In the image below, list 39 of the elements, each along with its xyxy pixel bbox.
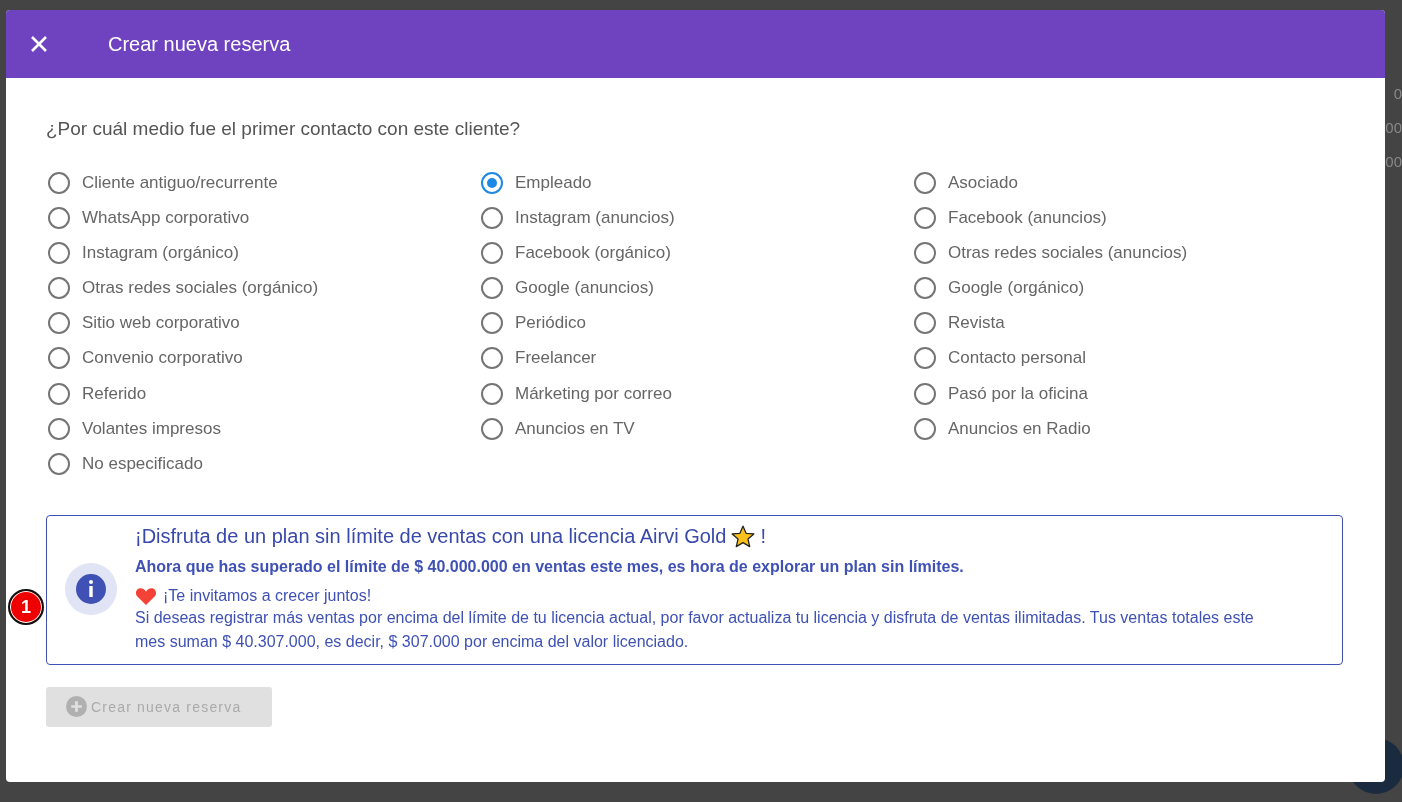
plus-icon	[66, 696, 87, 718]
radio-option[interactable]: Periódico	[479, 308, 586, 339]
radio-option[interactable]: Márketing por correo	[479, 378, 672, 409]
info-icon	[65, 562, 117, 615]
table-cell: 0	[1393, 85, 1402, 102]
radio-option[interactable]: Anuncios en TV	[479, 413, 635, 444]
table-cell: 00	[1385, 153, 1402, 170]
heart-icon	[135, 585, 157, 606]
radio-option[interactable]: Otras redes sociales (anuncios)	[912, 238, 1188, 269]
radio-option[interactable]: Anuncios en Radio	[912, 413, 1091, 444]
radio-option[interactable]: Volantes impresos	[46, 413, 221, 444]
radio-option[interactable]: Revista	[912, 308, 1005, 339]
dialog-title: Crear nueva reserva	[108, 32, 291, 56]
banner-text: Si deseas registrar más ventas por encima del límite de tu licencia actual, por favor actualiza tu licencia y disfruta de ventas ilimitadas. Tus ventas totales este mes suman $ 40.307.000, es decir, $ 307.000 por encima del valor licenciado.	[135, 607, 1255, 652]
radio-option[interactable]: Google (orgánico)	[912, 273, 1085, 304]
table-cell: 00	[1385, 119, 1402, 136]
radio-option[interactable]: Otras redes sociales (orgánico)	[46, 273, 319, 304]
invite-text: ¡Te invitamos a crecer juntos!	[163, 586, 372, 605]
banner-title-end: !	[760, 525, 766, 549]
radio-option[interactable]: Freelancer	[479, 343, 597, 374]
radio-option[interactable]: Facebook (orgánico)	[479, 238, 671, 269]
radio-option[interactable]: Cliente antiguo/recurrente	[46, 168, 278, 198]
banner-title: ¡Disfruta de un plan sin límite de ventas con una licencia Airvi Gold	[135, 525, 727, 549]
radio-option[interactable]: Pasó por la oficina	[912, 378, 1088, 409]
radio-option[interactable]: Instagram (orgánico)	[46, 238, 239, 269]
radio-option[interactable]: Convenio corporativo	[46, 343, 243, 374]
radio-option[interactable]: Google (anuncios)	[479, 273, 654, 304]
radio-option[interactable]: Referido	[46, 378, 147, 409]
radio-option[interactable]: WhatsApp corporativo	[46, 203, 250, 234]
radio-option[interactable]: Sitio web corporativo	[46, 308, 240, 339]
question-text: ¿Por cuál medio fue el primer contacto con este cliente?	[46, 118, 522, 140]
radio-option[interactable]: Asociado	[912, 168, 1018, 198]
radio-option[interactable]: Instagram (anuncios)	[479, 203, 675, 234]
star-icon	[730, 523, 757, 550]
radio-option[interactable]: Facebook (anuncios)	[912, 203, 1107, 234]
banner-subtitle: Ahora que has superado el límite de $ 40.000.000 en ventas este mes, es hora de explorar un plan sin límites.	[135, 557, 965, 576]
radio-option[interactable]: Empleado	[479, 168, 592, 198]
radio-option[interactable]: Contacto personal	[912, 343, 1086, 374]
radio-option[interactable]: No especificado	[46, 448, 203, 479]
